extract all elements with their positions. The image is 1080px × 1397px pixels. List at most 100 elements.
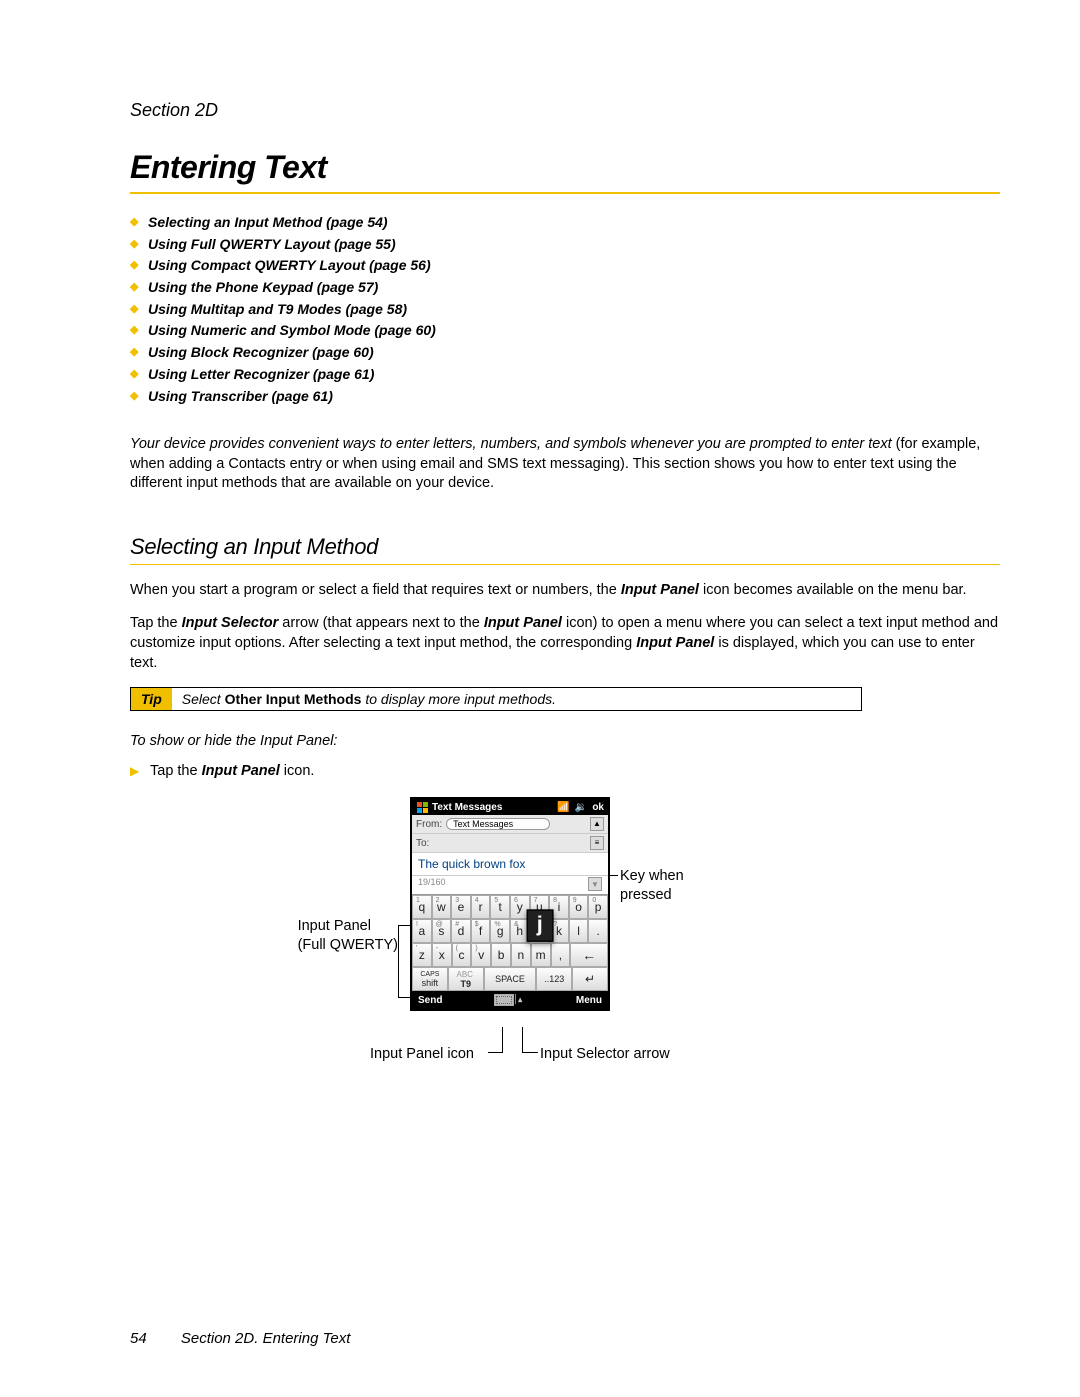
toc-list: Selecting an Input Method (page 54) Usin… — [130, 212, 1000, 407]
to-label: To: — [416, 838, 429, 849]
key-b: b — [491, 943, 511, 967]
intro-lead: Your device provides convenient ways to … — [130, 436, 892, 452]
figure: Input Panel (Full QWERTY) Key when press… — [270, 797, 870, 1077]
tip-bold: Other Input Methods — [225, 691, 362, 707]
key-o: 9o — [569, 895, 589, 919]
toc-item: Using Multitap and T9 Modes (page 58) — [130, 299, 1000, 321]
t9-label: T9 — [460, 979, 471, 989]
phone-screenshot: Text Messages 📶 🔉 ok From: Text Messages… — [410, 797, 610, 1011]
key-x: -x — [432, 943, 452, 967]
text: Tap the — [130, 615, 182, 631]
key-shift: CAPS shift — [412, 967, 448, 991]
key-backspace: ← — [570, 943, 608, 967]
term-input-panel: Input Panel — [621, 582, 699, 598]
toc-item: Using Letter Recognizer (page 61) — [130, 364, 1000, 386]
subheading: Selecting an Input Method — [130, 534, 1000, 560]
toc-item: Using Block Recognizer (page 60) — [130, 342, 1000, 364]
text: Select — [182, 691, 225, 707]
menu-button: Menu — [576, 995, 602, 1006]
body-paragraph-2: Tap the Input Selector arrow (that appea… — [130, 614, 1000, 673]
tip-box: Tip Select Other Input Methods to displa… — [130, 687, 862, 711]
volume-icon: 🔉 — [575, 802, 588, 813]
input-selector-icon: ▴ — [515, 994, 524, 1004]
term-input-selector: Input Selector — [182, 615, 279, 631]
text: to display more input methods. — [361, 691, 556, 707]
key-c: (c — [452, 943, 472, 967]
abc-label: ABC — [456, 970, 472, 979]
key-d: #d — [451, 919, 471, 943]
toc-item: Selecting an Input Method (page 54) — [130, 212, 1000, 234]
scroll-grip-icon: ≡ — [590, 836, 604, 850]
text: icon becomes available on the menu bar. — [699, 582, 967, 598]
term-input-panel: Input Panel — [202, 763, 280, 779]
key-a: !a — [412, 919, 432, 943]
key-s: @s — [432, 919, 452, 943]
key-r: 4r — [471, 895, 491, 919]
text: When you start a program or select a fie… — [130, 582, 621, 598]
key-row: 'z -x (c )v b n m , ← — [412, 943, 608, 967]
key-t: 5t — [490, 895, 510, 919]
dropdown-icon: ▼ — [588, 877, 602, 891]
key-row: CAPS shift ABCT9 SPACE ..123 ↵ — [412, 967, 608, 991]
phone-bottombar: Send ▴ Menu — [412, 991, 608, 1009]
key-z: 'z — [412, 943, 432, 967]
page-title: Entering Text — [130, 149, 1000, 186]
leader-line — [398, 925, 399, 997]
input-panel-icon — [494, 994, 514, 1006]
leader-line — [502, 1027, 503, 1053]
callout-key-pressed: Key when pressed — [620, 867, 684, 905]
app-title: Text Messages — [432, 802, 502, 813]
key-g: %g — [490, 919, 510, 943]
procedure-step: Tap the Input Panel icon. — [130, 763, 1000, 779]
ok-button: ok — [592, 802, 604, 813]
leader-line — [522, 1052, 538, 1053]
callout-text: Input Panel (Full QWERTY) — [298, 917, 398, 955]
callout-input-selector-arrow: Input Selector arrow — [540, 1045, 670, 1064]
procedure-heading: To show or hide the Input Panel: — [130, 733, 1000, 749]
callout-input-panel: Input Panel (Full QWERTY) — [268, 917, 398, 955]
page-number: 54 — [130, 1330, 147, 1347]
send-button: Send — [418, 995, 442, 1006]
shift-label: shift — [422, 978, 439, 988]
term-input-panel: Input Panel — [484, 615, 562, 631]
key-comma: , — [551, 943, 571, 967]
page-footer: 54 Section 2D. Entering Text — [130, 1330, 350, 1347]
from-label: From: — [416, 819, 442, 830]
key-mode: ABCT9 — [448, 967, 484, 991]
key-l: l — [569, 919, 589, 943]
caps-label: CAPS — [420, 971, 439, 978]
toc-item: Using Compact QWERTY Layout (page 56) — [130, 255, 1000, 277]
leader-line — [488, 1052, 502, 1053]
text: Tap the — [150, 763, 202, 779]
message-text: The quick brown fox — [412, 853, 608, 876]
from-row: From: Text Messages ▲ — [412, 815, 608, 834]
key-j-pressed: j — [526, 910, 552, 942]
key-v: )v — [471, 943, 491, 967]
footer-text: Section 2D. Entering Text — [181, 1330, 351, 1347]
from-value: Text Messages — [446, 818, 550, 830]
tip-text: Select Other Input Methods to display mo… — [172, 688, 566, 710]
section-label: Section 2D — [130, 100, 1000, 121]
key-p: 0p — [588, 895, 608, 919]
leader-line — [398, 925, 410, 926]
text: arrow (that appears next to the — [278, 615, 484, 631]
callout-text: Key when pressed — [620, 868, 684, 903]
leader-line — [398, 997, 410, 998]
callout-input-panel-icon: Input Panel icon — [370, 1045, 474, 1064]
key-e: 3e — [451, 895, 471, 919]
toc-item: Using Transcriber (page 61) — [130, 386, 1000, 408]
scroll-up-icon: ▲ — [590, 817, 604, 831]
tip-label: Tip — [131, 688, 172, 710]
term-input-panel: Input Panel — [636, 635, 714, 651]
key-period: . — [588, 919, 608, 943]
char-count-row: 19/160 ▼ — [412, 876, 608, 895]
title-rule — [130, 192, 1000, 194]
key-space: SPACE — [484, 967, 537, 991]
char-count: 19/160 — [418, 877, 446, 891]
toc-item: Using Full QWERTY Layout (page 55) — [130, 234, 1000, 256]
key-row: 1q 2w 3e 4r 5t 6y 7u 8i 9o 0p — [412, 895, 608, 919]
key-sym: ..123 — [536, 967, 572, 991]
manual-page: Section 2D Entering Text Selecting an In… — [0, 0, 1080, 1397]
key-w: 2w — [432, 895, 452, 919]
body-paragraph-1: When you start a program or select a fie… — [130, 581, 1000, 601]
